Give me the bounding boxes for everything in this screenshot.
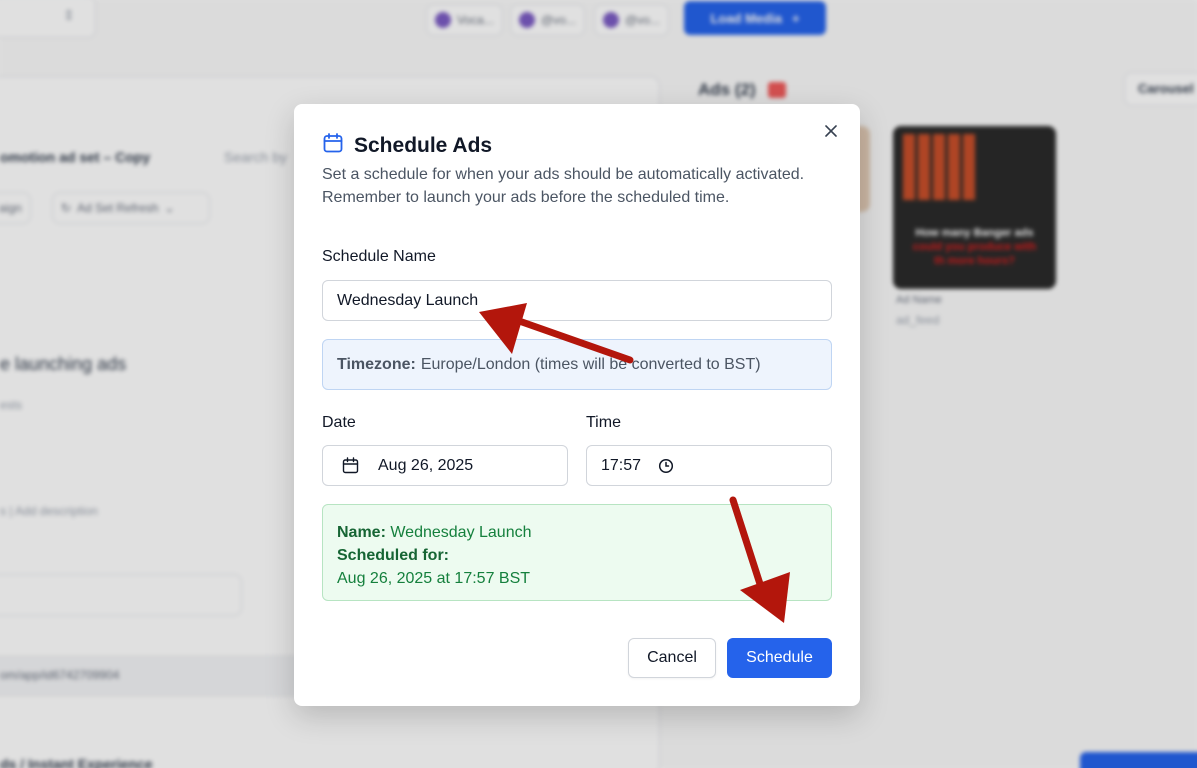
dialog-header: Schedule Ads: [322, 132, 492, 159]
schedule-name-input[interactable]: [337, 292, 831, 310]
summary-scheduled-label: Scheduled for:: [337, 544, 817, 567]
schedule-summary: Name: Wednesday Launch Scheduled for: Au…: [322, 504, 832, 601]
clock-icon[interactable]: [658, 458, 674, 474]
time-label: Time: [586, 414, 621, 432]
dialog-title: Schedule Ads: [354, 134, 492, 158]
cancel-button[interactable]: Cancel: [628, 638, 716, 678]
schedule-ads-dialog: Schedule Ads Set a schedule for when you…: [294, 104, 860, 706]
calendar-icon: [342, 457, 359, 474]
date-picker[interactable]: Aug 26, 2025: [322, 445, 568, 486]
close-icon[interactable]: [822, 122, 840, 140]
time-value: 17:57: [601, 457, 641, 475]
date-label: Date: [322, 414, 356, 432]
date-value: Aug 26, 2025: [378, 457, 473, 475]
calendar-icon: [322, 132, 344, 159]
timezone-value: Europe/London (times will be converted t…: [421, 356, 761, 374]
timezone-notice: Timezone: Europe/London (times will be c…: [322, 339, 832, 390]
schedule-name-field[interactable]: [322, 280, 832, 321]
summary-name-line: Name: Wednesday Launch: [337, 521, 817, 544]
timezone-label: Timezone:: [337, 356, 416, 374]
summary-scheduled-value: Aug 26, 2025 at 17:57 BST: [337, 567, 817, 590]
time-picker[interactable]: 17:57: [586, 445, 832, 486]
schedule-button[interactable]: Schedule: [727, 638, 832, 678]
dialog-description: Set a schedule for when your ads should …: [322, 163, 842, 209]
schedule-name-label: Schedule Name: [322, 248, 436, 266]
